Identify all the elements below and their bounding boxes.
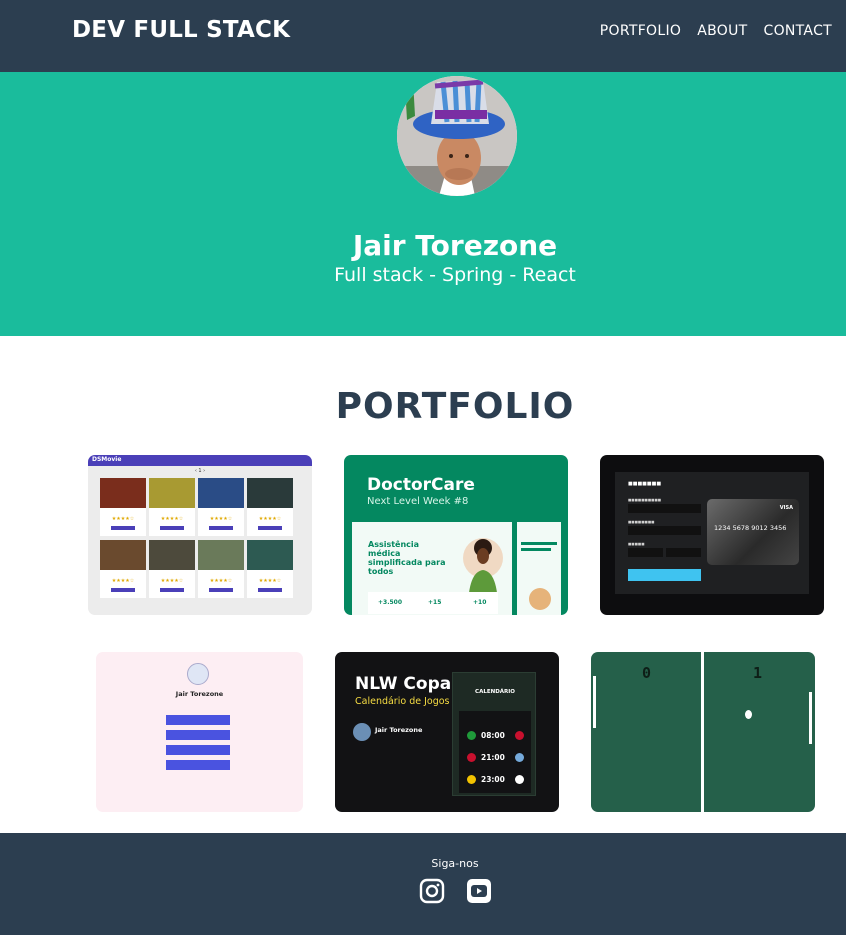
brand-logo[interactable]: DEV FULL STACK xyxy=(72,17,290,43)
doctorcare-preview-desktop: Assistência médica simplificada para tod… xyxy=(352,522,512,615)
payment-form: ■■■■■■■ ■■■■■■■■■■ ■■■■■■■■ ■■■■■ VISA 1… xyxy=(615,472,809,594)
linktree-link xyxy=(166,715,230,725)
movie-card: ★★★★☆ xyxy=(100,540,146,598)
nav-link-portfolio[interactable]: PORTFOLIO xyxy=(600,23,681,39)
match-time: 08:00 xyxy=(481,731,505,740)
pong-score-right: 1 xyxy=(753,664,763,682)
match-time: 23:00 xyxy=(481,775,505,784)
nlw-copa-heading: NLW Copa xyxy=(355,674,452,694)
linktree-link xyxy=(166,745,230,755)
pong-paddle-right xyxy=(809,692,812,744)
main-nav: PORTFOLIO ABOUT CONTACT xyxy=(600,23,832,39)
portfolio-item-pong-game[interactable]: 0 1 xyxy=(591,652,815,812)
portfolio-item-nlw-copa[interactable]: NLW Copa Calendário de Jogos Jair Torezo… xyxy=(335,652,559,812)
follow-label: Siga-nos xyxy=(431,857,479,870)
pong-ball xyxy=(745,710,752,719)
movie-card: ★★★★☆ xyxy=(198,540,244,598)
credit-card-preview: VISA 1234 5678 9012 3456 xyxy=(707,499,799,565)
portfolio-item-link-tree[interactable]: Jair Torezone xyxy=(96,652,303,812)
nlw-copa-subheading: Calendário de Jogos xyxy=(355,696,450,707)
portfolio-item-payment-card[interactable]: ■■■■■■■ ■■■■■■■■■■ ■■■■■■■■ ■■■■■ VISA 1… xyxy=(600,455,824,615)
movie-app-title: DSMovie xyxy=(92,456,122,463)
portfolio-title: PORTFOLIO xyxy=(335,386,575,427)
profile-subtitle: Full stack - Spring - React xyxy=(334,264,576,286)
calendar-title: CALENDÁRIO xyxy=(475,689,515,695)
nav-link-about[interactable]: ABOUT xyxy=(697,23,747,39)
movie-app-header: DSMovie xyxy=(88,455,312,466)
linktree-link xyxy=(166,760,230,770)
movie-grid: ★★★★☆ ★★★★☆ ★★★★☆ ★★★★☆ ★★★★☆ ★★★★☆ ★★★★… xyxy=(88,474,312,602)
linktree-link xyxy=(166,730,230,740)
nlw-user-name: Jair Torezone xyxy=(375,726,423,734)
movie-card: ★★★★☆ xyxy=(149,478,195,536)
portfolio-item-doctorcare[interactable]: DoctorCare Next Level Week #8 Assistênci… xyxy=(344,455,568,615)
movie-card: ★★★★☆ xyxy=(198,478,244,536)
match-list: 08:00 21:00 23:00 xyxy=(459,711,531,793)
doctorcare-stats: +3.500 +15 +10 xyxy=(368,592,498,614)
movie-card: ★★★★☆ xyxy=(247,478,293,536)
doctorcare-preview-mobile xyxy=(517,522,561,615)
nlw-user-avatar xyxy=(353,723,371,741)
linktree-avatar xyxy=(187,663,209,685)
doctorcare-heading: DoctorCare xyxy=(367,475,475,495)
doctorcare-hero-text: Assistência médica simplificada para tod… xyxy=(368,540,446,576)
youtube-icon[interactable] xyxy=(466,878,492,904)
pong-score-left: 0 xyxy=(642,664,652,682)
add-card-button xyxy=(628,569,701,581)
pong-paddle-left xyxy=(593,676,596,728)
instagram-icon[interactable] xyxy=(419,878,445,904)
movie-card: ★★★★☆ xyxy=(247,540,293,598)
match-time: 21:00 xyxy=(481,753,505,762)
masthead: Jair Torezone Full stack - Spring - Reac… xyxy=(0,72,846,336)
linktree-name: Jair Torezone xyxy=(175,690,224,698)
pong-net xyxy=(701,652,704,812)
movie-card: ★★★★☆ xyxy=(149,540,195,598)
navbar: DEV FULL STACK PORTFOLIO ABOUT CONTACT xyxy=(0,0,846,72)
movie-card: ★★★★☆ xyxy=(100,478,146,536)
card-number: 1234 5678 9012 3456 xyxy=(714,524,787,532)
nav-link-contact[interactable]: CONTACT xyxy=(764,23,833,39)
profile-name: Jair Torezone xyxy=(352,229,558,262)
doctorcare-subheading: Next Level Week #8 xyxy=(367,496,469,507)
footer: Siga-nos xyxy=(0,833,846,935)
portfolio-item-movie-ratings[interactable]: DSMovie ‹ 1 › ★★★★☆ ★★★★☆ ★★★★☆ ★★★★☆ ★★… xyxy=(88,455,312,615)
profile-avatar xyxy=(397,76,517,196)
nlw-calendar-preview: CALENDÁRIO 08:00 21:00 23:00 xyxy=(452,672,536,796)
